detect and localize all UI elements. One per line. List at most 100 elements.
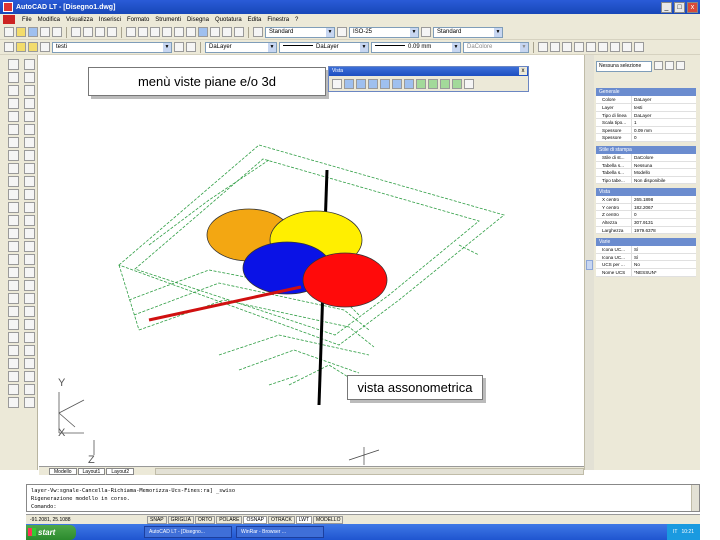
zoom-realtime-icon[interactable] <box>162 27 172 37</box>
make-block-icon[interactable] <box>8 215 19 226</box>
join-icon[interactable] <box>24 228 35 239</box>
scrollbar-thumb[interactable] <box>586 260 593 270</box>
coordinates-readout[interactable]: -91.2081, 25.1088 <box>26 517 146 523</box>
dim-ordinate-icon[interactable] <box>24 306 35 317</box>
grid-toggle[interactable]: GRIGLIA <box>167 515 194 524</box>
snap-toggle[interactable]: SNAP <box>147 515 167 524</box>
design-center-icon[interactable] <box>210 27 220 37</box>
prop-row[interactable]: Tabella s... Nessuna <box>596 161 696 170</box>
tab-modello[interactable]: Modello <box>49 467 77 475</box>
pan-icon[interactable] <box>150 27 160 37</box>
rotate-icon[interactable] <box>24 137 35 148</box>
toolbar-icon-d[interactable] <box>574 42 584 52</box>
toolbar-icon-g[interactable] <box>610 42 620 52</box>
toolbar-icon-c[interactable] <box>562 42 572 52</box>
array-icon[interactable] <box>24 111 35 122</box>
zoom-window-icon[interactable] <box>174 27 184 37</box>
dim-angular-icon[interactable] <box>24 332 35 343</box>
model-toggle[interactable]: MODELLO <box>313 515 344 524</box>
move-icon[interactable] <box>24 124 35 135</box>
back-view-icon[interactable] <box>404 79 414 89</box>
command-scrollbar[interactable] <box>691 485 699 511</box>
prop-row[interactable]: Spessore 0 <box>596 134 696 142</box>
lengthen-icon[interactable] <box>24 176 35 187</box>
circle-icon[interactable] <box>8 137 19 148</box>
new-icon[interactable] <box>4 27 14 37</box>
menu-formato[interactable]: Formato <box>127 17 149 23</box>
prop-row[interactable]: Y centro 182.2067 <box>596 203 696 212</box>
break-icon[interactable] <box>24 215 35 226</box>
redo-icon[interactable] <box>138 27 148 37</box>
tab-layout1[interactable]: Layout1 <box>77 467 106 475</box>
copy-object-icon[interactable] <box>24 72 35 83</box>
mirror-icon[interactable] <box>24 85 35 96</box>
language-indicator[interactable]: IT <box>673 529 677 535</box>
print-icon[interactable] <box>40 27 50 37</box>
tab-layout2[interactable]: Layout2 <box>106 467 135 475</box>
polygon-icon[interactable] <box>8 98 19 109</box>
prop-row[interactable]: Altezza 307.9131 <box>596 219 696 227</box>
start-button[interactable]: start <box>26 524 76 540</box>
vertical-scrollbar[interactable] <box>584 55 594 470</box>
erase-icon[interactable] <box>24 59 35 70</box>
prop-row[interactable]: X centro 265.1898 <box>596 196 696 204</box>
nw-isometric-icon[interactable] <box>452 79 462 89</box>
prop-row[interactable]: Icona UC... Sì <box>596 246 696 254</box>
named-views-icon[interactable] <box>332 79 342 89</box>
prop-row[interactable]: Scala tipo... 1 <box>596 119 696 127</box>
section-vista[interactable]: Vista <box>596 188 696 197</box>
ellipse-arc-icon[interactable] <box>8 189 19 200</box>
fillet-icon[interactable] <box>24 254 35 265</box>
chamfer-icon[interactable] <box>24 241 35 252</box>
extend-icon[interactable] <box>24 202 35 213</box>
menu-finestra[interactable]: Finestra <box>267 17 289 23</box>
save-icon[interactable] <box>28 27 38 37</box>
revision-cloud-icon[interactable] <box>8 150 19 161</box>
dim-baseline-icon[interactable] <box>24 345 35 356</box>
maximize-button[interactable]: □ <box>674 1 685 13</box>
copy-icon[interactable] <box>83 27 93 37</box>
prop-row[interactable]: Stile di st... DaColore <box>596 153 696 162</box>
prop-row[interactable]: Layer testi <box>596 103 696 112</box>
lineweight-dropdown[interactable]: 0.09 mm ▼ <box>371 41 461 53</box>
toolbar-icon-e[interactable] <box>586 42 596 52</box>
undo-icon[interactable] <box>126 27 136 37</box>
hatch-icon[interactable] <box>8 241 19 252</box>
scale-icon[interactable] <box>24 150 35 161</box>
toolbar-icon-i[interactable] <box>634 42 644 52</box>
close-button[interactable]: x <box>687 1 698 13</box>
quick-select-icon[interactable] <box>653 61 663 70</box>
layer-dropdown[interactable]: testi ▼ <box>52 41 172 53</box>
leader-icon[interactable] <box>24 358 35 369</box>
layer-manager-icon[interactable] <box>4 42 14 52</box>
text-style-dropdown[interactable]: Standard ▼ <box>265 26 335 38</box>
drawing-area[interactable]: Y X Z <box>39 55 584 470</box>
prop-row[interactable]: UCS per ... No <box>596 261 696 270</box>
paste-icon[interactable] <box>95 27 105 37</box>
command-prompt[interactable]: Comando: <box>31 503 695 511</box>
explode-icon[interactable] <box>24 267 35 278</box>
section-varie[interactable]: Varie <box>596 238 696 247</box>
quick-dim-icon[interactable] <box>8 345 19 356</box>
prop-row[interactable]: Tipo di linea DaLayer <box>596 111 696 120</box>
sw-isometric-icon[interactable] <box>416 79 426 89</box>
menu-edita[interactable]: Edita <box>248 17 262 23</box>
dim-continue-icon[interactable] <box>8 358 19 369</box>
prop-row[interactable]: Colore DaLayer <box>596 96 696 104</box>
taskbar-item-winrar[interactable]: WinRar - Browser ... <box>236 526 324 538</box>
dim-update-icon[interactable] <box>8 397 19 408</box>
tool-palettes-icon[interactable] <box>222 27 232 37</box>
dim-arc-icon[interactable] <box>8 306 19 317</box>
front-view-icon[interactable] <box>392 79 402 89</box>
zoom-previous-icon[interactable] <box>186 27 196 37</box>
region-icon[interactable] <box>8 267 19 278</box>
ortho-toggle[interactable]: ORTO <box>194 515 216 524</box>
polyline-icon[interactable] <box>8 85 19 96</box>
horizontal-scrollbar[interactable] <box>155 467 584 475</box>
table-style-dropdown[interactable]: Standard ▼ <box>433 26 503 38</box>
prop-row[interactable]: Z centro 0 <box>596 211 696 220</box>
center-mark-icon[interactable] <box>24 371 35 382</box>
make-current-layer-icon[interactable] <box>174 42 184 52</box>
menu-strumenti[interactable]: Strumenti <box>155 17 181 23</box>
dim-edit-icon[interactable] <box>8 384 19 395</box>
